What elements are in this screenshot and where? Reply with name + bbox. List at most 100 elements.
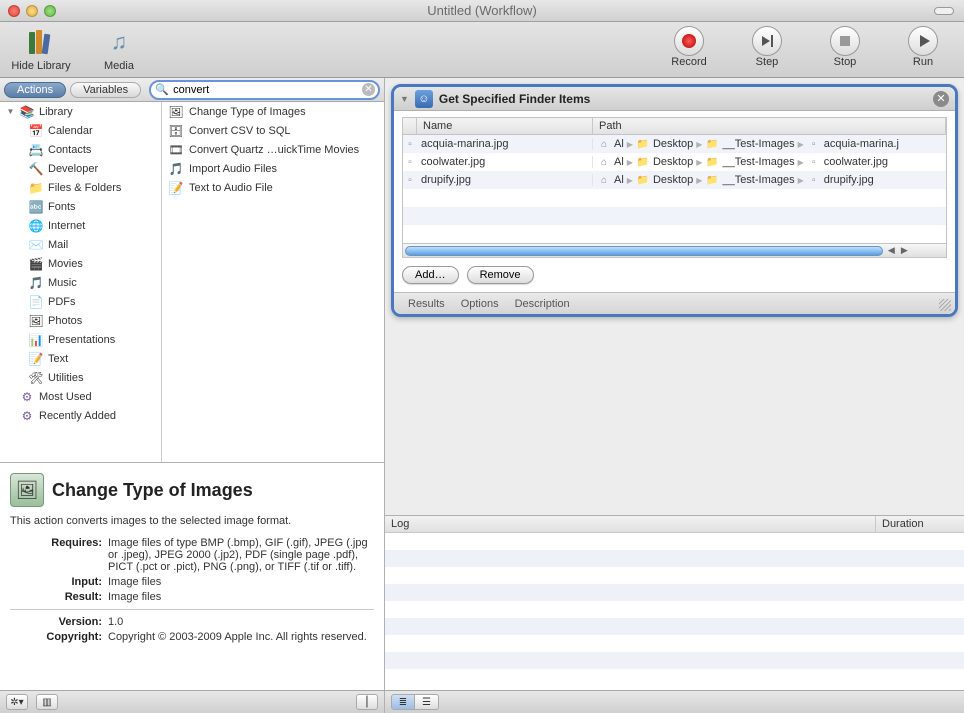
- resize-grip[interactable]: [939, 299, 951, 311]
- action-item[interactable]: 🎞Convert Quartz …uickTime Movies: [162, 140, 384, 159]
- action-item-label: Text to Audio File: [189, 182, 273, 194]
- library-root[interactable]: ▼ 📚 Library: [0, 102, 161, 121]
- record-label: Record: [671, 56, 706, 68]
- library-item[interactable]: 🔨Developer: [0, 159, 161, 178]
- record-button[interactable]: Record: [658, 26, 720, 68]
- step-button[interactable]: Step: [736, 26, 798, 68]
- path-separator-icon: ▶: [798, 140, 804, 149]
- file-icon: ▫: [807, 155, 821, 169]
- horizontal-scrollbar[interactable]: ◀ ▶: [402, 244, 947, 258]
- table-row[interactable]: ▫coolwater.jpg⌂Al▶📁Desktop▶📁__Test-Image…: [403, 153, 946, 171]
- category-icon: 📊: [28, 332, 44, 348]
- options-tab[interactable]: Options: [461, 298, 499, 310]
- category-icon: 🔨: [28, 161, 44, 177]
- scroll-left-arrow[interactable]: ◀: [885, 245, 898, 256]
- log-panel: Log Duration: [385, 515, 964, 690]
- panel-toggle-button[interactable]: ▥: [36, 694, 58, 710]
- scrollbar-thumb[interactable]: [405, 246, 883, 256]
- scroll-right-arrow[interactable]: ▶: [898, 245, 911, 256]
- folder-icon: 📁: [705, 173, 719, 187]
- action-item[interactable]: 🗄Convert CSV to SQL: [162, 121, 384, 140]
- table-body[interactable]: ▫acquia-marina.jpg⌂Al▶📁Desktop▶📁__Test-I…: [402, 134, 947, 244]
- action-card-footer: Results Options Description: [394, 292, 955, 314]
- action-icon: 🎵: [168, 161, 184, 177]
- library-item[interactable]: 📝Text: [0, 349, 161, 368]
- column-name[interactable]: Name: [417, 118, 593, 134]
- library-item[interactable]: 📊 Presentations: [0, 330, 161, 349]
- window-title: Untitled (Workflow): [0, 3, 964, 18]
- results-tab[interactable]: Results: [408, 298, 445, 310]
- category-icon: 🛠: [28, 370, 44, 386]
- most-used-item[interactable]: ⚙ Most Used: [0, 387, 161, 406]
- log-column[interactable]: Log: [385, 516, 876, 532]
- splitter-button[interactable]: ⎮: [356, 694, 378, 710]
- hide-library-label: Hide Library: [11, 60, 70, 72]
- stop-button[interactable]: Stop: [814, 26, 876, 68]
- remove-button[interactable]: Remove: [467, 266, 534, 284]
- log-rows: [385, 533, 964, 690]
- run-button[interactable]: Run: [892, 26, 954, 68]
- search-input[interactable]: [149, 80, 380, 100]
- library-item[interactable]: 📅Calendar: [0, 121, 161, 140]
- duration-column[interactable]: Duration: [876, 516, 964, 532]
- category-icon: 📄: [28, 294, 44, 310]
- disclosure-triangle-icon[interactable]: ▼: [6, 107, 15, 116]
- library-item[interactable]: 🌐Internet: [0, 216, 161, 235]
- category-icon: 🌐: [28, 218, 44, 234]
- library-item-label: Fonts: [48, 201, 76, 213]
- action-list[interactable]: 🖼Change Type of Images🗄Convert CSV to SQ…: [162, 102, 384, 462]
- workflow-canvas[interactable]: ▼ ☺ Get Specified Finder Items ✕ Name Pa…: [385, 78, 964, 515]
- column-path[interactable]: Path: [593, 118, 946, 134]
- action-item-label: Import Audio Files: [189, 163, 277, 175]
- add-button[interactable]: Add…: [402, 266, 459, 284]
- tab-actions[interactable]: Actions: [4, 82, 66, 98]
- gear-menu-button[interactable]: ✲▾: [6, 694, 28, 710]
- run-label: Run: [913, 56, 933, 68]
- library-tree[interactable]: ▼ 📚 Library 📅Calendar📇Contacts🔨Developer…: [0, 102, 162, 462]
- log-row-empty: [385, 635, 964, 652]
- action-item[interactable]: 🖼Change Type of Images: [162, 102, 384, 121]
- library-item[interactable]: 🖼Photos: [0, 311, 161, 330]
- action-item[interactable]: 🎵 Import Audio Files: [162, 159, 384, 178]
- library-item[interactable]: ✉️Mail: [0, 235, 161, 254]
- library-item-label: Presentations: [48, 334, 115, 346]
- clear-search-button[interactable]: ✕: [362, 83, 375, 96]
- table-row[interactable]: ▫drupify.jpg⌂Al▶📁Desktop▶📁__Test-Images▶…: [403, 171, 946, 189]
- close-action-button[interactable]: ✕: [933, 91, 949, 107]
- library-item[interactable]: 🔤Fonts: [0, 197, 161, 216]
- path-separator-icon: ▶: [627, 140, 633, 149]
- flow-view-button[interactable]: ☰: [415, 694, 439, 710]
- media-button[interactable]: ♫ Media: [88, 26, 150, 72]
- library-root-label: Library: [39, 106, 73, 118]
- description-tab[interactable]: Description: [515, 298, 570, 310]
- library-item[interactable]: 📁Files & Folders: [0, 178, 161, 197]
- category-icon: 📅: [28, 123, 44, 139]
- copyright-label: Copyright:: [10, 631, 108, 643]
- list-view-button[interactable]: ≣: [391, 694, 415, 710]
- result-label: Result:: [10, 591, 108, 603]
- table-row-empty: [403, 189, 946, 207]
- recently-added-item[interactable]: ⚙ Recently Added: [0, 406, 161, 425]
- library-item[interactable]: 📇Contacts: [0, 140, 161, 159]
- action-card-header[interactable]: ▼ ☺ Get Specified Finder Items ✕: [394, 87, 955, 111]
- library-item[interactable]: 🎵Music: [0, 273, 161, 292]
- tab-variables[interactable]: Variables: [70, 82, 141, 98]
- folder-icon: 📁: [636, 137, 650, 151]
- file-icon: ▫: [807, 173, 821, 187]
- hide-library-button[interactable]: Hide Library: [10, 26, 72, 72]
- log-row-empty: [385, 550, 964, 567]
- library-tabs: Actions Variables 🔍 ✕: [0, 78, 384, 102]
- library-item[interactable]: 🛠 Utilities: [0, 368, 161, 387]
- library-item-label: Utilities: [48, 372, 83, 384]
- library-item[interactable]: 🎬Movies: [0, 254, 161, 273]
- result-value: Image files: [108, 591, 374, 603]
- disclosure-triangle-icon[interactable]: ▼: [400, 94, 409, 104]
- log-row-empty: [385, 533, 964, 550]
- action-icon: 🖼: [168, 104, 184, 120]
- action-item[interactable]: 📝Text to Audio File: [162, 178, 384, 197]
- books-icon: [25, 26, 57, 58]
- table-row[interactable]: ▫acquia-marina.jpg⌂Al▶📁Desktop▶📁__Test-I…: [403, 135, 946, 153]
- copyright-value: Copyright © 2003-2009 Apple Inc. All rig…: [108, 631, 374, 643]
- library-item[interactable]: 📄PDFs: [0, 292, 161, 311]
- path-separator-icon: ▶: [696, 176, 702, 185]
